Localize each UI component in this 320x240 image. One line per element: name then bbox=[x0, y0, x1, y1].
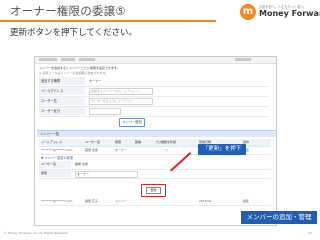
username-field[interactable]: ユーザー名を入力してください bbox=[89, 98, 153, 105]
user-type-select[interactable] bbox=[89, 108, 121, 115]
topbar-item[interactable] bbox=[61, 58, 75, 61]
money-forward-logo-icon: m bbox=[240, 4, 256, 20]
page-number: 15 bbox=[308, 231, 312, 235]
table-cell: 開発 太郎 bbox=[85, 148, 98, 152]
brand-name: Money Forward bbox=[259, 9, 320, 18]
edit-section-title: ▼ メンバー設定の変更 bbox=[41, 156, 74, 160]
embedded-screenshot: メンバーを追加するとメンバーごとに権限を設定できます。 ※ 招待メールはメンバー… bbox=[34, 56, 277, 226]
form-label: ユーザー区分 bbox=[39, 107, 85, 115]
topbar-item[interactable] bbox=[235, 58, 251, 61]
column-header: 部署 bbox=[135, 140, 142, 144]
column-header: メールアドレス bbox=[41, 140, 63, 144]
table-cell: オーナー bbox=[115, 148, 128, 152]
member-edit-form: ユーザー名 開発 太郎 権限 オーナー bbox=[39, 161, 271, 179]
add-member-button[interactable]: メンバー追加 bbox=[119, 118, 145, 127]
instruction-callout: 「更新」を押下 bbox=[198, 144, 246, 155]
edit-value: 開発 太郎 bbox=[75, 162, 88, 166]
member-table-continued: ********@******.com 開発 花子 メンバー 2015/01 編… bbox=[39, 198, 271, 206]
role-value: オーナー bbox=[89, 79, 102, 83]
form-label: ユーザー名 bbox=[39, 97, 85, 105]
form-label: メールアドレス bbox=[39, 87, 85, 95]
form-row: ユーザー区分 bbox=[39, 107, 269, 117]
table-cell: ********@******.com bbox=[41, 199, 73, 203]
edit-row: 権限 オーナー bbox=[39, 170, 271, 179]
column-header: 権限 bbox=[115, 140, 122, 144]
title-accent-line bbox=[0, 20, 216, 22]
column-header: プロ機能を利用 bbox=[155, 140, 177, 144]
edit-label: ユーザー名 bbox=[39, 161, 71, 168]
screen-note: ※ 招待メールはメンバーの追加時に送信されます。 bbox=[39, 71, 109, 75]
role-select[interactable]: オーナー bbox=[75, 171, 138, 178]
edit-row: ユーザー名 開発 太郎 bbox=[39, 161, 271, 170]
form-row: 追加する権限 オーナー bbox=[39, 77, 269, 87]
table-cell: メンバー bbox=[115, 199, 128, 203]
topbar-item[interactable] bbox=[39, 58, 57, 61]
update-button-highlight bbox=[141, 184, 166, 197]
form-row: メールアドレス 追加するメンバーのメールアドレス bbox=[39, 87, 269, 97]
email-field[interactable]: 追加するメンバーのメールアドレス bbox=[89, 88, 153, 95]
table-cell: 2015/01 bbox=[199, 199, 212, 203]
brand-logo: m お金を前へ。人生をもっと前へ。 Money Forward bbox=[240, 4, 320, 22]
table-row: ********@******.com 開発 花子 メンバー 2015/01 編… bbox=[39, 198, 271, 206]
column-header: ユーザー名 bbox=[85, 140, 100, 144]
member-list-header: メンバー一覧 bbox=[37, 130, 276, 137]
form-label: 追加する権限 bbox=[39, 77, 85, 85]
table-cell: 開発 花子 bbox=[85, 199, 98, 203]
username-placeholder: ユーザー名を入力してください bbox=[91, 99, 133, 103]
section-badge: メンバーの追加・管理 bbox=[241, 211, 317, 224]
form-row: ユーザー名 ユーザー名を入力してください bbox=[39, 97, 269, 107]
slide-subtitle: 更新ボタンを押下してください。 bbox=[10, 28, 137, 38]
table-cell: ********@******.com bbox=[41, 148, 73, 152]
slide-title: オーナー権限の委譲⑤ bbox=[10, 4, 126, 18]
edit-link[interactable]: 編集 bbox=[243, 198, 249, 205]
screen-description: メンバーを追加するとメンバーごとに権限を設定できます。 bbox=[39, 66, 120, 70]
email-placeholder: 追加するメンバーのメールアドレス bbox=[91, 89, 140, 93]
copyright: © Money Forward, Inc. All Rights Reserve… bbox=[4, 231, 69, 235]
app-topbar bbox=[35, 57, 276, 64]
topbar-item[interactable] bbox=[79, 58, 95, 61]
edit-label: 権限 bbox=[39, 170, 71, 177]
table-cell: ○ bbox=[165, 148, 168, 152]
add-member-form: 追加する権限 オーナー メールアドレス 追加するメンバーのメールアドレス ユーザ… bbox=[39, 77, 269, 117]
